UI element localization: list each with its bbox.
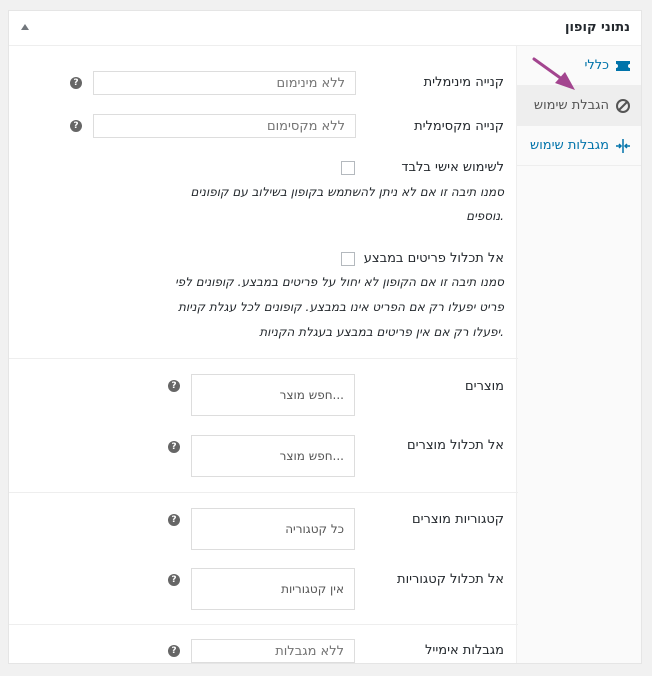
annotation-arrow: [532, 57, 575, 90]
